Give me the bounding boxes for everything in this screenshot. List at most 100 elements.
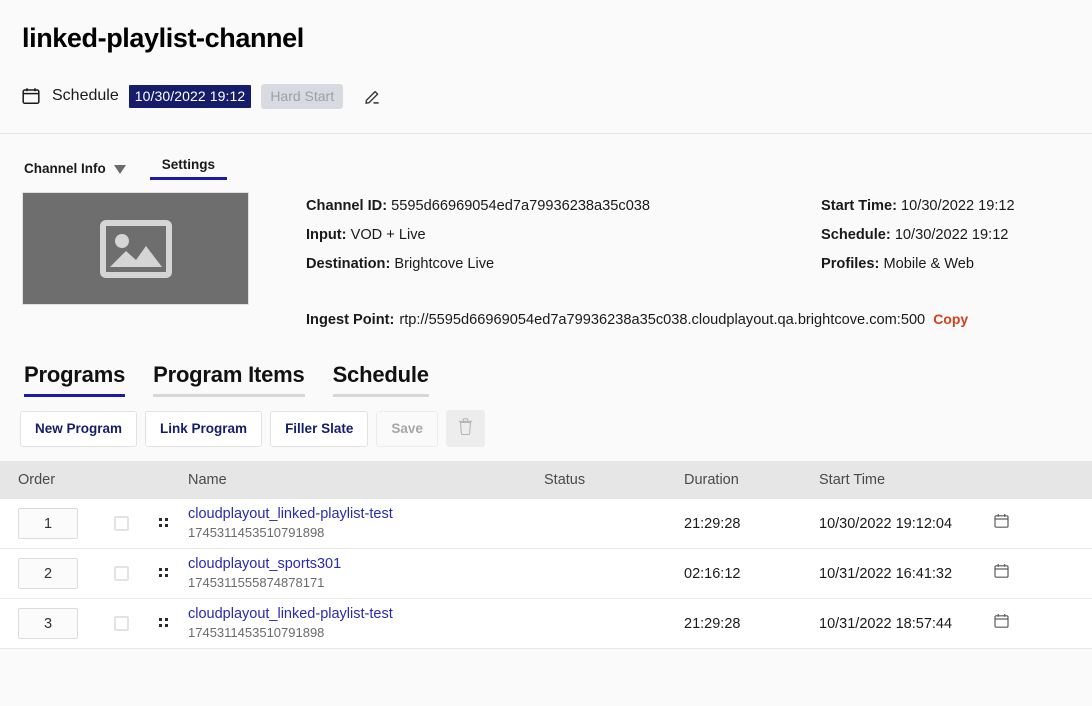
- column-header-order: Order: [0, 472, 100, 488]
- channel-info-label: Channel Info: [24, 161, 106, 176]
- row-start-time-cell: 10/30/2022 19:12:04: [819, 516, 994, 532]
- info-start-time-label: Start Time:: [821, 198, 897, 214]
- info-profiles-value: Mobile & Web: [883, 256, 974, 272]
- page-header: linked-playlist-channel Schedule 10/30/2…: [0, 0, 1092, 110]
- table-header-row: Order Name Status Duration Start Time: [0, 461, 1092, 499]
- schedule-label: Schedule: [52, 87, 119, 105]
- hard-start-chip[interactable]: Hard Start: [261, 84, 343, 109]
- info-input-value: VOD + Live: [351, 227, 426, 243]
- order-input[interactable]: 3: [18, 608, 78, 639]
- calendar-icon: [22, 87, 40, 105]
- column-header-duration: Duration: [684, 472, 819, 488]
- info-schedule-label: Schedule:: [821, 227, 891, 243]
- program-id: 1745311555874878171: [188, 575, 324, 590]
- column-header-start-time: Start Time: [819, 472, 994, 488]
- trash-icon: [458, 418, 473, 439]
- row-drag-cell: [142, 568, 184, 579]
- drag-handle-icon[interactable]: [159, 568, 168, 579]
- programs-toolbar: New Program Link Program Filler Slate Sa…: [0, 397, 1092, 447]
- calendar-icon[interactable]: [994, 563, 1009, 584]
- row-calendar-cell: [994, 613, 1092, 634]
- row-checkbox[interactable]: [114, 516, 129, 531]
- channel-thumbnail: [22, 192, 249, 305]
- page-title: linked-playlist-channel: [22, 18, 1070, 58]
- info-profiles: Profiles: Mobile & Web: [821, 250, 1070, 279]
- row-name-cell: cloudplayout_sports301 17453115558748781…: [184, 555, 544, 592]
- table-row: 2 cloudplayout_sports301 174531155587487…: [0, 549, 1092, 599]
- tab-schedule-label: Schedule: [333, 362, 429, 387]
- sidebar-item-channel-info[interactable]: Channel Info: [24, 161, 126, 180]
- program-name-link[interactable]: cloudplayout_linked-playlist-test: [188, 505, 544, 523]
- schedule-date-badge[interactable]: 10/30/2022 19:12: [129, 85, 252, 108]
- chevron-down-icon: [114, 165, 126, 174]
- row-duration-cell: 21:29:28: [684, 516, 819, 532]
- row-checkbox[interactable]: [114, 566, 129, 581]
- programs-table: Order Name Status Duration Start Time 1 …: [0, 461, 1092, 649]
- row-start-time-cell: 10/31/2022 18:57:44: [819, 616, 994, 632]
- schedule-row: Schedule 10/30/2022 19:12 Hard Start: [22, 82, 1070, 110]
- channel-detail-page: linked-playlist-channel Schedule 10/30/2…: [0, 0, 1092, 706]
- row-start-time-cell: 10/31/2022 16:41:32: [819, 566, 994, 582]
- table-row: 1 cloudplayout_linked-playlist-test 1745…: [0, 499, 1092, 549]
- row-checkbox[interactable]: [114, 616, 129, 631]
- tab-settings[interactable]: Settings: [150, 157, 227, 180]
- settings-label: Settings: [162, 157, 215, 172]
- tab-schedule[interactable]: Schedule: [333, 362, 429, 397]
- row-calendar-cell: [994, 513, 1092, 534]
- image-placeholder-icon: [100, 220, 172, 278]
- info-destination-value: Brightcove Live: [394, 256, 494, 272]
- column-header-name: Name: [184, 472, 544, 488]
- row-calendar-cell: [994, 563, 1092, 584]
- save-button[interactable]: Save: [376, 411, 438, 447]
- info-input: Input: VOD + Live: [306, 221, 821, 250]
- row-order-cell: 3: [0, 608, 100, 639]
- info-schedule: Schedule: 10/30/2022 19:12: [821, 221, 1070, 250]
- tab-program-items-label: Program Items: [153, 362, 304, 387]
- filler-slate-button[interactable]: Filler Slate: [270, 411, 368, 447]
- tab-programs[interactable]: Programs: [24, 362, 125, 397]
- row-checkbox-cell: [100, 616, 142, 631]
- ingest-point-label: Ingest Point:: [306, 306, 394, 335]
- ingest-point-value: rtp://5595d66969054ed7a79936238a35c038.c…: [399, 306, 925, 335]
- info-channel-id-label: Channel ID:: [306, 198, 387, 214]
- order-input[interactable]: 1: [18, 508, 78, 539]
- channel-info-left-column: Channel ID: 5595d66969054ed7a79936238a35…: [306, 192, 821, 305]
- row-name-cell: cloudplayout_linked-playlist-test 174531…: [184, 505, 544, 542]
- copy-button[interactable]: Copy: [933, 305, 968, 334]
- row-duration-cell: 02:16:12: [684, 566, 819, 582]
- row-name-cell: cloudplayout_linked-playlist-test 174531…: [184, 605, 544, 642]
- info-destination: Destination: Brightcove Live: [306, 250, 821, 279]
- pencil-edit-icon[interactable]: [361, 85, 383, 107]
- row-checkbox-cell: [100, 566, 142, 581]
- tab-program-items[interactable]: Program Items: [153, 362, 304, 397]
- program-name-link[interactable]: cloudplayout_linked-playlist-test: [188, 605, 544, 623]
- info-destination-label: Destination:: [306, 256, 390, 272]
- new-program-button[interactable]: New Program: [20, 411, 137, 447]
- channel-info-columns: Channel ID: 5595d66969054ed7a79936238a35…: [249, 192, 1070, 305]
- calendar-icon[interactable]: [994, 513, 1009, 534]
- drag-handle-icon[interactable]: [159, 618, 168, 629]
- info-channel-id-value: 5595d66969054ed7a79936238a35c038: [391, 198, 650, 214]
- calendar-icon[interactable]: [994, 613, 1009, 634]
- tab-programs-underline: [24, 394, 125, 397]
- column-header-status: Status: [544, 472, 684, 488]
- row-order-cell: 2: [0, 558, 100, 589]
- delete-button[interactable]: [446, 410, 485, 447]
- order-input[interactable]: 2: [18, 558, 78, 589]
- tab-programs-label: Programs: [24, 362, 125, 387]
- program-name-link[interactable]: cloudplayout_sports301: [188, 555, 544, 573]
- table-row: 3 cloudplayout_linked-playlist-test 1745…: [0, 599, 1092, 649]
- drag-handle-icon[interactable]: [159, 518, 168, 529]
- row-drag-cell: [142, 518, 184, 529]
- row-order-cell: 1: [0, 508, 100, 539]
- sub-tab-bar: Channel Info Settings: [0, 134, 1092, 180]
- channel-info-panel: Channel ID: 5595d66969054ed7a79936238a35…: [0, 180, 1092, 305]
- info-channel-id: Channel ID: 5595d66969054ed7a79936238a35…: [306, 192, 821, 221]
- tab-program-items-underline: [153, 394, 304, 397]
- ingest-point-row: Ingest Point: rtp://5595d66969054ed7a799…: [0, 305, 1092, 335]
- ingest-point-line: Ingest Point: rtp://5595d66969054ed7a799…: [306, 305, 1070, 335]
- info-start-time: Start Time: 10/30/2022 19:12: [821, 192, 1070, 221]
- program-id: 1745311453510791898: [188, 625, 324, 640]
- link-program-button[interactable]: Link Program: [145, 411, 262, 447]
- channel-info-right-column: Start Time: 10/30/2022 19:12 Schedule: 1…: [821, 192, 1070, 305]
